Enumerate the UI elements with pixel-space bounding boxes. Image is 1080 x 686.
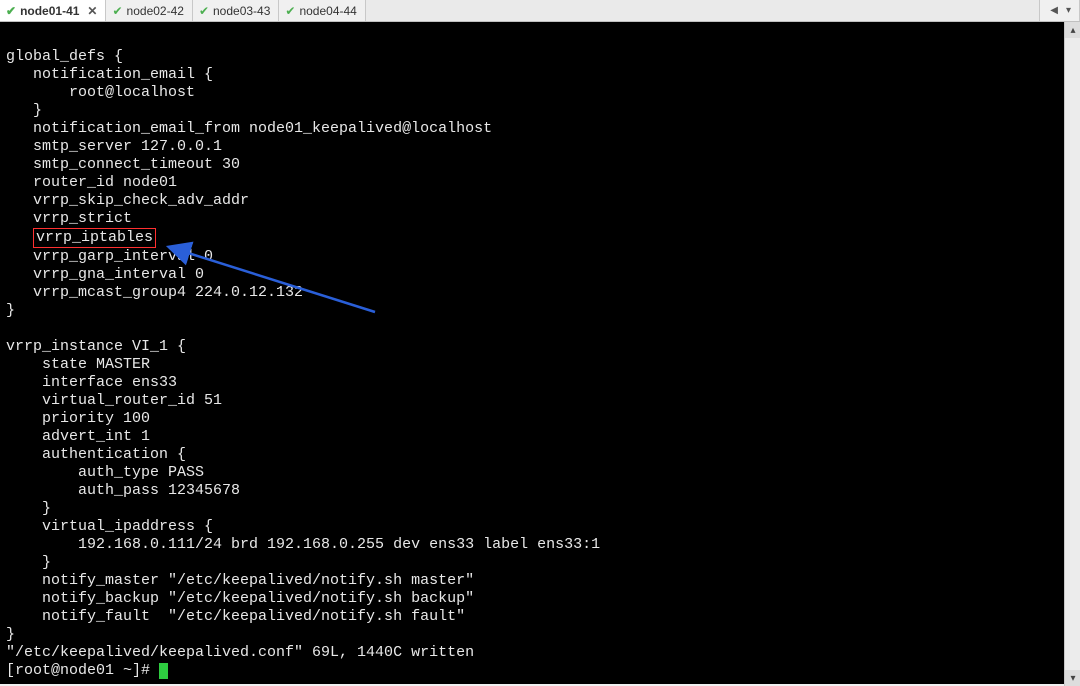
tab-label: node03-43 xyxy=(213,4,270,18)
tab-node01[interactable]: ✔ node01-41 ✕ xyxy=(0,0,106,21)
scroll-down-button[interactable]: ▾ xyxy=(1065,670,1080,686)
tab-node02[interactable]: ✔ node02-42 xyxy=(106,0,192,21)
terminal-content: global_defs { notification_email { root@… xyxy=(6,30,1074,680)
scroll-up-button[interactable]: ▴ xyxy=(1065,22,1080,38)
tab-node03[interactable]: ✔ node03-43 xyxy=(193,0,279,21)
scrollbar-vertical[interactable]: ▴ ▾ xyxy=(1064,22,1080,686)
check-icon: ✔ xyxy=(199,5,209,17)
chevron-left-icon: ◀ xyxy=(1050,5,1058,16)
check-icon: ✔ xyxy=(6,5,16,17)
close-icon[interactable]: ✕ xyxy=(87,4,97,18)
tab-label: node04-44 xyxy=(299,4,356,18)
cursor xyxy=(159,663,168,679)
tab-label: node02-42 xyxy=(127,4,184,18)
check-icon: ✔ xyxy=(285,5,295,17)
tab-bar: ✔ node01-41 ✕ ✔ node02-42 ✔ node03-43 ✔ … xyxy=(0,0,1080,22)
highlighted-directive: vrrp_iptables xyxy=(33,228,156,248)
terminal-viewport[interactable]: global_defs { notification_email { root@… xyxy=(0,22,1080,684)
check-icon: ✔ xyxy=(112,5,122,17)
tab-label: node01-41 xyxy=(20,4,79,18)
chevron-down-icon: ▾ xyxy=(1066,5,1071,16)
tab-node04[interactable]: ✔ node04-44 xyxy=(279,0,365,21)
tab-overflow[interactable]: ◀ ▾ xyxy=(1039,0,1080,21)
